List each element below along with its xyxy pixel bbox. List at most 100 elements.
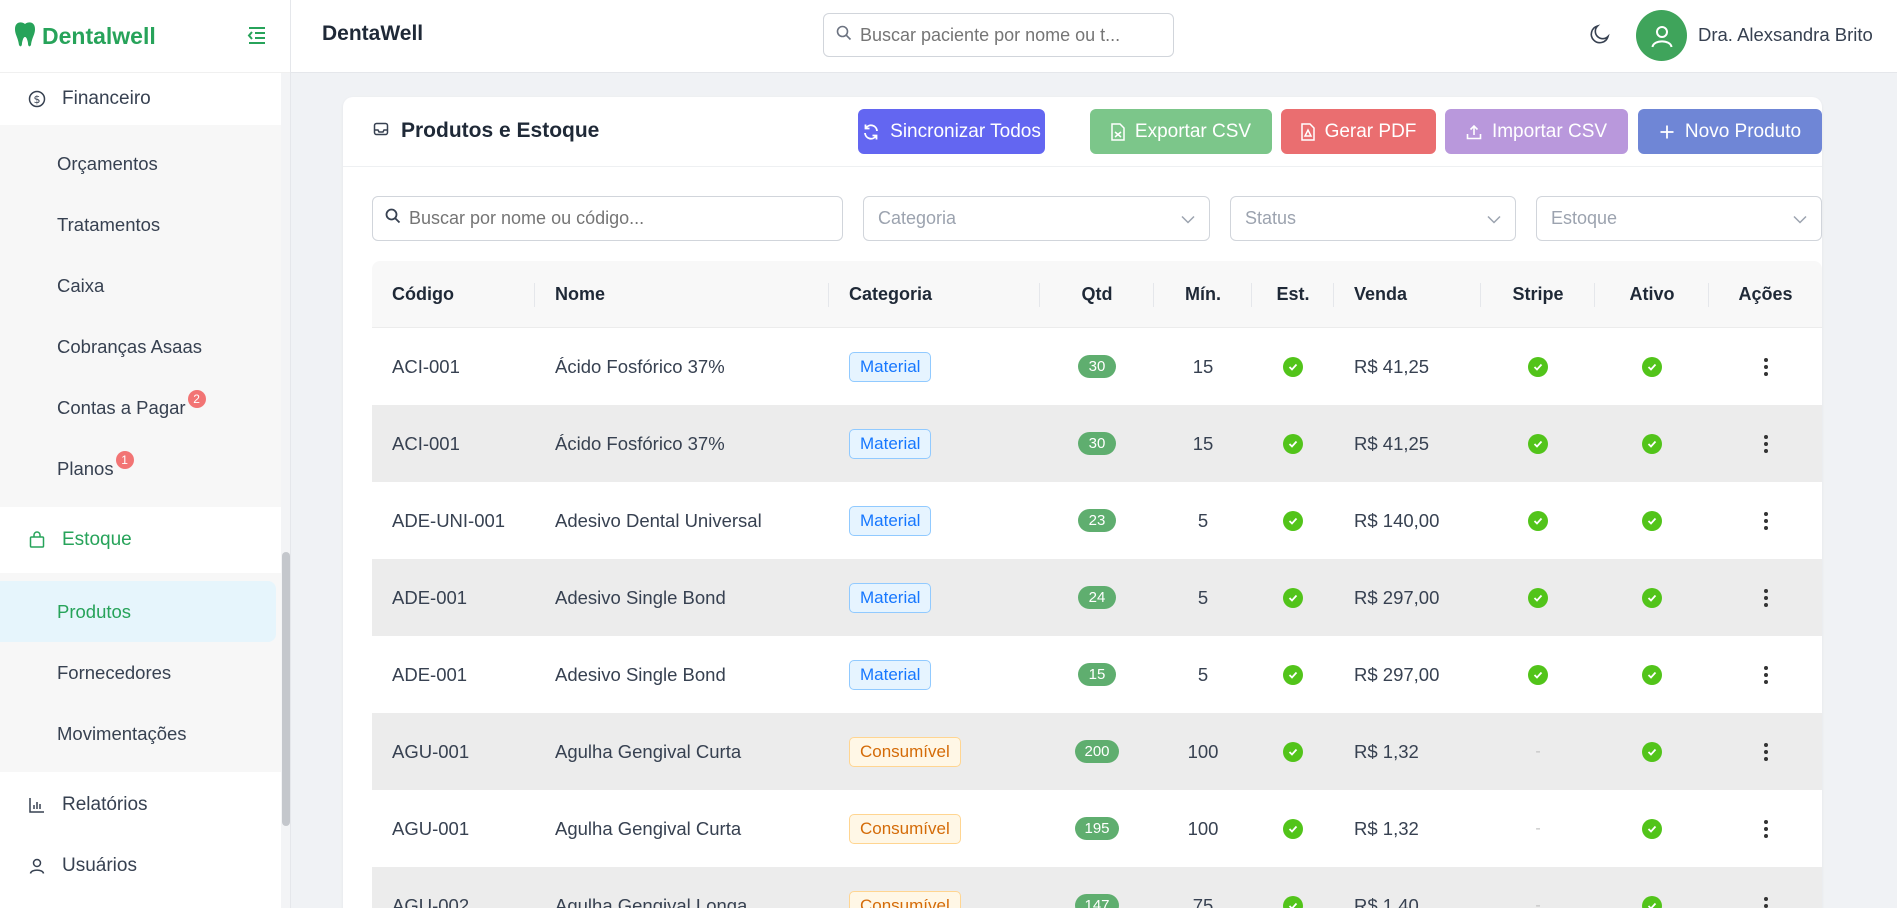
tooth-logo-icon xyxy=(14,21,36,52)
table-row[interactable]: ADE-UNI-001 Adesivo Dental Universal Mat… xyxy=(372,482,1822,559)
moon-icon[interactable] xyxy=(1588,22,1614,48)
table-row[interactable]: ACI-001 Ácido Fosfórico 37% Material 30 … xyxy=(372,328,1822,405)
cell-ativo xyxy=(1595,405,1709,482)
sidebar-item-caixa[interactable]: Caixa xyxy=(0,255,281,316)
cell-category: Consumível xyxy=(829,790,1040,867)
export-csv-button[interactable]: Exportar CSV xyxy=(1090,109,1272,154)
column-header-est[interactable]: Est. xyxy=(1252,261,1334,327)
cell-est xyxy=(1252,636,1334,713)
cell-est xyxy=(1252,482,1334,559)
cell-ativo xyxy=(1595,790,1709,867)
sidebar-item-orcamentos[interactable]: Orçamentos xyxy=(0,133,281,194)
cell-name: Adesivo Single Bond xyxy=(555,663,726,685)
column-header-stripe[interactable]: Stripe xyxy=(1481,261,1595,327)
column-header-ativo[interactable]: Ativo xyxy=(1595,261,1709,327)
cell-name: Adesivo Dental Universal xyxy=(555,509,762,531)
column-header-codigo[interactable]: Código xyxy=(372,261,535,327)
cell-actions xyxy=(1709,405,1822,482)
menu-group-label: Estoque xyxy=(62,529,132,550)
column-header-qtd[interactable]: Qtd xyxy=(1040,261,1154,327)
sidebar-item-planos[interactable]: Planos 1 xyxy=(0,438,281,499)
table-row[interactable]: AGU-001 Agulha Gengival Curta Consumível… xyxy=(372,790,1822,867)
table-row[interactable]: ACI-001 Ácido Fosfórico 37% Material 30 … xyxy=(372,405,1822,482)
product-search-box[interactable] xyxy=(372,196,843,241)
more-vertical-icon[interactable] xyxy=(1763,357,1768,376)
cell-name: Ácido Fosfórico 37% xyxy=(555,432,725,454)
menu-group-label: Usuários xyxy=(62,855,137,876)
file-excel-icon xyxy=(1111,122,1125,141)
sidebar-item-fornecedores[interactable]: Fornecedores xyxy=(0,642,281,703)
cell-stripe xyxy=(1481,328,1595,405)
menu-collapse-icon[interactable] xyxy=(246,24,268,46)
cell-name: Adesivo Single Bond xyxy=(555,586,726,608)
column-header-min[interactable]: Mín. xyxy=(1154,261,1252,327)
cell-min: 5 xyxy=(1197,509,1209,531)
check-circle-icon xyxy=(1283,433,1303,454)
more-vertical-icon[interactable] xyxy=(1763,742,1768,761)
product-search-input[interactable] xyxy=(409,208,842,229)
cell-price: R$ 41,25 xyxy=(1354,432,1430,454)
page-title-text: Produtos e Estoque xyxy=(401,119,600,142)
sidebar-scrollbar-thumb[interactable] xyxy=(282,552,290,826)
dollar-icon: $ xyxy=(27,89,47,109)
check-circle-icon xyxy=(1642,818,1662,839)
more-vertical-icon[interactable] xyxy=(1763,896,1768,908)
table-row[interactable]: AGU-001 Agulha Gengival Curta Consumível… xyxy=(372,713,1822,790)
cell-price: R$ 297,00 xyxy=(1354,586,1440,608)
column-header-categoria[interactable]: Categoria xyxy=(829,261,1040,327)
cell-qty: 30 xyxy=(1040,405,1154,482)
generate-pdf-button[interactable]: Gerar PDF xyxy=(1281,109,1436,154)
button-label: Exportar CSV xyxy=(1134,120,1252,142)
column-header-nome[interactable]: Nome xyxy=(535,261,829,327)
table-row[interactable]: AGU-002 Agulha Gengival Longa Consumível… xyxy=(372,867,1822,908)
avatar[interactable] xyxy=(1636,10,1687,61)
more-vertical-icon[interactable] xyxy=(1763,434,1768,453)
cell-ativo xyxy=(1595,713,1709,790)
cell-price: R$ 41,25 xyxy=(1354,355,1430,377)
menu-group-usuarios[interactable]: Usuários xyxy=(0,838,281,894)
category-select[interactable]: Categoria xyxy=(863,196,1210,241)
more-vertical-icon[interactable] xyxy=(1763,588,1768,607)
quantity-badge: 15 xyxy=(1078,663,1116,686)
more-vertical-icon[interactable] xyxy=(1763,665,1768,684)
bar-chart-icon xyxy=(27,795,47,815)
stock-select[interactable]: Estoque xyxy=(1536,196,1822,241)
status-select[interactable]: Status xyxy=(1230,196,1516,241)
column-header-acoes: Ações xyxy=(1738,283,1793,304)
cell-ativo xyxy=(1595,328,1709,405)
chevron-down-icon xyxy=(1487,208,1501,229)
check-circle-icon xyxy=(1528,433,1548,454)
sidebar-item-contas-a-pagar[interactable]: Contas a Pagar 2 xyxy=(0,377,281,438)
patient-search-box[interactable] xyxy=(823,13,1174,57)
check-circle-icon xyxy=(1283,356,1303,377)
user-name[interactable]: Dra. Alexsandra Brito xyxy=(1698,24,1873,46)
cell-qty: 195 xyxy=(1040,790,1154,867)
sidebar-item-cobrancas-asaas[interactable]: Cobranças Asaas xyxy=(0,316,281,377)
cell-price: R$ 1,32 xyxy=(1354,740,1419,762)
sync-all-button[interactable]: Sincronizar Todos xyxy=(858,109,1045,154)
table-row[interactable]: ADE-001 Adesivo Single Bond Material 24 … xyxy=(372,559,1822,636)
more-vertical-icon[interactable] xyxy=(1763,511,1768,530)
menu-group-financeiro[interactable]: $ Financeiro xyxy=(0,73,281,125)
column-header-venda[interactable]: Venda xyxy=(1334,261,1481,327)
sidebar-item-label: Cobranças Asaas xyxy=(57,335,203,357)
cell-category: Material xyxy=(829,328,1040,405)
card-header: Produtos e Estoque Sincronizar Todos Exp… xyxy=(343,97,1822,167)
cell-ativo xyxy=(1595,636,1709,713)
table-row[interactable]: ADE-001 Adesivo Single Bond Material 15 … xyxy=(372,636,1822,713)
patient-search-input[interactable] xyxy=(860,24,1173,46)
menu-group-relatorios[interactable]: Relatórios xyxy=(0,772,281,838)
check-circle-icon xyxy=(1528,356,1548,377)
new-product-button[interactable]: Novo Produto xyxy=(1638,109,1822,154)
cell-qty: 15 xyxy=(1040,636,1154,713)
import-csv-button[interactable]: Importar CSV xyxy=(1445,109,1628,154)
cell-name: Agulha Gengival Curta xyxy=(555,817,742,839)
more-vertical-icon[interactable] xyxy=(1763,819,1768,838)
check-circle-icon xyxy=(1642,664,1662,685)
sidebar-item-tratamentos[interactable]: Tratamentos xyxy=(0,194,281,255)
cell-min: 15 xyxy=(1192,355,1214,377)
cell-ativo xyxy=(1595,867,1709,908)
sidebar-item-produtos[interactable]: Produtos xyxy=(0,581,276,642)
sidebar-item-movimentacoes[interactable]: Movimentações xyxy=(0,703,281,764)
menu-group-estoque[interactable]: Estoque xyxy=(0,507,281,573)
